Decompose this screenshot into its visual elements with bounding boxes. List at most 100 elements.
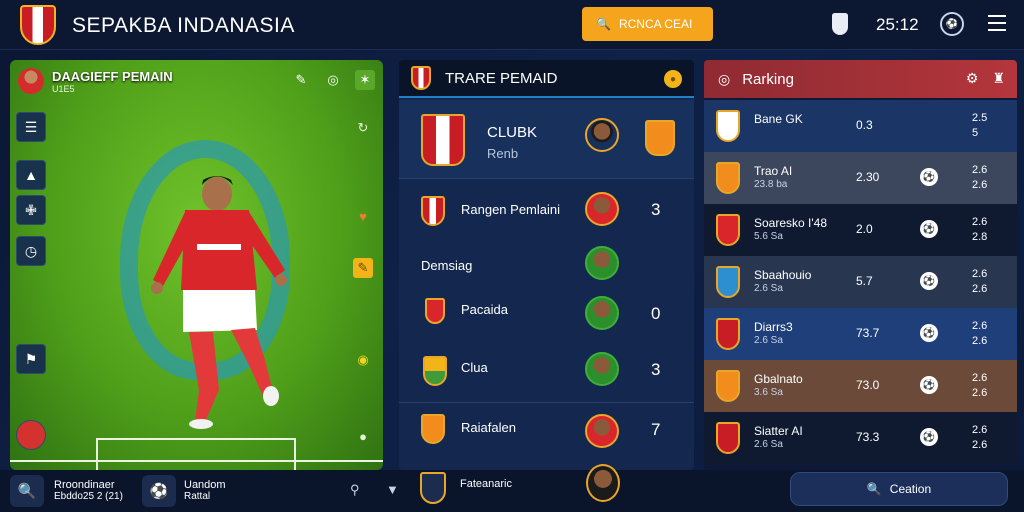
list-button[interactable]: ☰: [16, 112, 46, 142]
ranking-row-sub: 2.6 Sa: [754, 283, 783, 294]
ball-button[interactable]: ⚽: [142, 475, 176, 507]
download-icon[interactable]: ▼: [386, 482, 399, 497]
team-row[interactable]: Pacaida 0: [399, 294, 694, 338]
player-face-icon: [585, 414, 619, 448]
bottom-bar: 🔍 Rroondinaer Ebddo25 2 (21) ⚽ Uandom Ra…: [0, 464, 1024, 512]
ball-icon[interactable]: ⚽: [920, 220, 938, 238]
search-button[interactable]: 🔍: [10, 475, 44, 507]
team-row-score: 7: [651, 420, 661, 439]
bottom-item2-sub: Rattal: [184, 491, 211, 502]
bottom-item2-title: Uandom: [184, 479, 226, 491]
refresh-icon[interactable]: ↻: [353, 118, 373, 138]
bottom-footer-label: Fateanaric: [460, 478, 512, 490]
ranking-row-value2: 2.6: [972, 268, 988, 280]
club-sub: Renb: [487, 146, 519, 161]
hamburger-menu-icon[interactable]: [988, 15, 1006, 31]
ball-icon[interactable]: ⚽: [920, 376, 938, 394]
divider: [399, 178, 694, 179]
team-row[interactable]: Rangen Pemlaini 3: [399, 190, 694, 234]
player-face-icon: [585, 296, 619, 330]
player-face-icon: [585, 118, 619, 152]
ranking-row-sub: 2.6 Sa: [754, 335, 783, 346]
club-card[interactable]: CLUBK Renb: [399, 100, 694, 178]
ranking-row[interactable]: Trao AI 23.8 ba 2.30 2.6 2.6 ⚽: [704, 152, 1017, 204]
app-title: SEPAKBA INDANASIA: [72, 14, 295, 37]
ranking-row[interactable]: Siatter AI 2.6 Sa 73.3 2.6 2.6 ⚽: [704, 412, 1017, 464]
boot-button[interactable]: ▲: [16, 160, 46, 190]
zoom-icon[interactable]: ⚲: [350, 482, 360, 498]
ranking-row[interactable]: Sbaahouio 2.6 Sa 5.7 2.6 2.6 ⚽: [704, 256, 1017, 308]
club-name: CLUBK: [487, 124, 538, 141]
shield-icon[interactable]: [832, 13, 848, 35]
bottom-item1-title: Rroondinaer: [54, 479, 115, 491]
pitch-line: [10, 460, 383, 462]
ranking-row-value: 73.7: [856, 326, 880, 340]
ranking-row-value: 73.0: [856, 378, 880, 392]
team-row[interactable]: Raiafalen 7: [399, 408, 694, 456]
run-icon[interactable]: ✶: [355, 70, 375, 90]
whistle-icon[interactable]: ◉: [353, 350, 373, 370]
app-logo[interactable]: [20, 5, 56, 45]
flag-button[interactable]: ⚑: [16, 344, 46, 374]
ranking-row-sub2: 2.6: [972, 283, 988, 295]
team-panel-title: TRARE PEMAID: [445, 69, 558, 87]
bottom-item1-sub: Ebddo25 2 (21): [54, 491, 123, 502]
team-badge-icon: [425, 298, 445, 324]
ranking-row-value: 0.3: [856, 118, 873, 132]
stats-icon[interactable]: ✎: [291, 70, 311, 90]
boot-icon: ▲: [24, 167, 38, 183]
ranking-row-value: 2.0: [856, 222, 873, 236]
ball-icon[interactable]: ⚽: [920, 272, 938, 290]
coin-icon[interactable]: ●: [664, 70, 682, 88]
top-search-button[interactable]: 🔍 RCNCA CEAI: [582, 7, 713, 41]
ranking-row[interactable]: Bane GK 0.3 2.5 5: [704, 100, 1017, 152]
settings-icon[interactable]: ●: [353, 426, 373, 446]
bottom-item2[interactable]: Uandom Rattal: [184, 479, 226, 503]
ranking-row-name: Diarrs3: [754, 320, 793, 334]
team-row[interactable]: Clua 3: [399, 350, 694, 394]
player-image: [151, 176, 287, 429]
ranking-row-sub: 23.8 ba: [754, 179, 788, 190]
ranking-row-value: 73.3: [856, 430, 880, 444]
bottom-item1[interactable]: Rroondinaer Ebddo25 2 (21): [54, 479, 123, 503]
ranking-row-sub2: 2.6: [972, 335, 988, 347]
team-panel: TRARE PEMAID ● CLUBK Renb Rangen Pemlain…: [399, 60, 694, 470]
team-badge-icon: [716, 422, 740, 454]
ranking-row[interactable]: Soaresko I'48 5.6 Sa 2.0 2.6 2.8 ⚽: [704, 204, 1017, 256]
bottom-search-button[interactable]: 🔍 Ceation: [790, 472, 1008, 506]
pitch-line: [96, 438, 296, 440]
heart-icon[interactable]: ♥: [353, 206, 373, 226]
ranking-row-name: Siatter AI: [754, 424, 803, 438]
ranking-row-name: Gbalnato: [754, 372, 803, 386]
ranking-row-name: Soaresko I'48: [754, 216, 828, 230]
divider: [399, 402, 694, 403]
edit-icon[interactable]: ✎: [353, 258, 373, 278]
jersey-button[interactable]: ✙: [16, 195, 46, 225]
clock-icon: ◷: [24, 242, 38, 259]
team-badge-icon: [421, 414, 445, 444]
team-row-label: Rangen Pemlaini: [461, 202, 561, 217]
clock-button[interactable]: ◷: [16, 236, 46, 266]
ranking-row-sub2: 2.8: [972, 231, 988, 243]
player-avatar[interactable]: [18, 68, 44, 94]
ball-icon[interactable]: ⚽: [920, 324, 938, 342]
ball-icon[interactable]: ⚽: [940, 12, 964, 36]
ranking-row[interactable]: Gbalnato 3.6 Sa 73.0 2.6 2.6 ⚽: [704, 360, 1017, 412]
team-row-label: Pacaida: [461, 302, 508, 317]
target-icon[interactable]: ◎: [323, 70, 343, 90]
team-panel-header: TRARE PEMAID ●: [399, 60, 694, 98]
ranking-row-sub: 2.6 Sa: [754, 439, 783, 450]
player-face-icon: [585, 246, 619, 280]
ball-icon[interactable]: ⚽: [920, 428, 938, 446]
team-row[interactable]: Demsiag: [399, 244, 694, 284]
team-badge-icon: [716, 318, 740, 350]
ranking-icon: ◎: [718, 70, 731, 87]
player-header-icons: ✎ ◎ ✶: [291, 70, 375, 90]
filter-icon[interactable]: ⚙: [966, 70, 979, 87]
ranking-row[interactable]: Diarrs3 2.6 Sa 73.7 2.6 2.6 ⚽: [704, 308, 1017, 360]
ranking-row-name: Bane GK: [754, 112, 803, 126]
ball-icon[interactable]: ⚽: [920, 168, 938, 186]
trophy-icon[interactable]: ♜: [992, 70, 1005, 87]
top-bar: SEPAKBA INDANASIA 🔍 RCNCA CEAI 25:12 ⚽: [0, 0, 1024, 50]
club-badge-button[interactable]: [16, 420, 46, 450]
